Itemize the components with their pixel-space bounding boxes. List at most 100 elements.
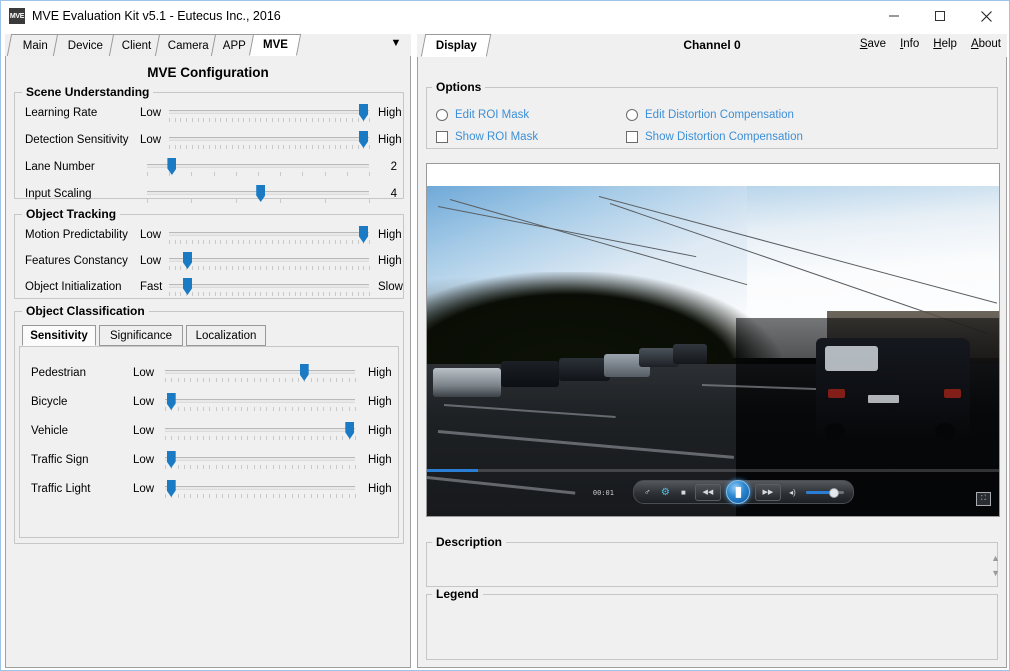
description-scrollbar[interactable]: ▲ ▼: [991, 554, 1000, 578]
tab-client-label: Client: [122, 39, 152, 52]
window-controls: [871, 1, 1009, 31]
slider-track[interactable]: [165, 428, 355, 432]
fast-forward-icon[interactable]: ▶▶: [754, 483, 781, 501]
slider-max-label: High: [368, 396, 392, 408]
slider-label: Traffic Light: [31, 483, 91, 495]
slider-row: Object Initialization Fast Slow: [14, 277, 404, 303]
application-window: MVE MVE Evaluation Kit v5.1 - Eutecus In…: [0, 0, 1010, 671]
main-tab-bar: Main Device Client Camera APP MVE ▼: [5, 34, 411, 57]
volume-icon[interactable]: ◂): [786, 485, 799, 499]
wheel: [934, 422, 955, 439]
scroll-up-icon[interactable]: ▲: [991, 554, 1000, 563]
volume-knob[interactable]: [828, 488, 839, 498]
slider[interactable]: [165, 421, 356, 445]
menu-info[interactable]: Info: [900, 38, 919, 50]
slider-label: Features Constancy: [25, 255, 128, 267]
checkbox[interactable]: [626, 131, 638, 143]
rewind-icon[interactable]: ◀◀: [694, 483, 721, 501]
menu-help[interactable]: Help: [933, 38, 957, 50]
slider-min-label: Low: [140, 107, 162, 119]
page-title: MVE Configuration: [147, 65, 269, 80]
slider[interactable]: [147, 157, 370, 181]
tab-localization[interactable]: Localization: [186, 325, 266, 346]
slider[interactable]: [169, 130, 370, 154]
slider-ticks: [169, 118, 370, 123]
tab-display[interactable]: Display: [420, 34, 492, 57]
option-show-roi-mask[interactable]: Show ROI Mask: [436, 131, 538, 143]
option-show-distortion-compensation[interactable]: Show Distortion Compensation: [626, 131, 803, 143]
fullscreen-icon[interactable]: ⛶: [976, 492, 991, 506]
radio-button[interactable]: [626, 109, 638, 121]
video-player-bar: 00:01 ♂ ⚙ ■ ◀◀ ▐▌ ▶▶ ◂) ⛶: [427, 472, 999, 516]
player-controls: ♂ ⚙ ■ ◀◀ ▐▌ ▶▶ ◂): [632, 480, 854, 504]
chevron-down-icon[interactable]: ▼: [389, 37, 403, 49]
slider-min-label: Low: [140, 229, 162, 241]
object-tracking-group: Object Tracking Motion Predictability Low…: [14, 207, 404, 299]
checkbox[interactable]: [436, 131, 448, 143]
scroll-down-icon[interactable]: ▼: [991, 569, 1000, 578]
vehicle-silver-car: [432, 367, 502, 398]
menu-about[interactable]: About: [971, 38, 1001, 50]
slider-track[interactable]: [169, 258, 369, 262]
slider-label: Vehicle: [31, 425, 69, 437]
menu-save[interactable]: Save: [860, 38, 886, 50]
slider[interactable]: [169, 251, 370, 275]
slider-track[interactable]: [165, 370, 355, 374]
slider[interactable]: [165, 479, 356, 503]
tab-main-label: Main: [22, 39, 48, 52]
video-canvas[interactable]: 00:01 ♂ ⚙ ■ ◀◀ ▐▌ ▶▶ ◂) ⛶: [427, 186, 999, 516]
legend-label: Legend: [432, 587, 483, 601]
slider-track[interactable]: [169, 284, 369, 288]
vehicle-van: [815, 337, 971, 439]
object-classification-label: Object Classification: [22, 304, 149, 318]
slider-track[interactable]: [169, 137, 369, 141]
option-edit-distortion-compensation[interactable]: Edit Distortion Compensation: [626, 109, 794, 121]
tab-mve[interactable]: MVE: [248, 34, 302, 56]
slider-track[interactable]: [147, 164, 369, 168]
slider-min-label: Low: [133, 454, 155, 466]
tail-light: [828, 389, 846, 399]
option-label: Show Distortion Compensation: [645, 131, 803, 143]
object-classification-group: Object Classification Sensitivity Signifi…: [14, 304, 404, 544]
option-edit-roi-mask[interactable]: Edit ROI Mask: [436, 109, 529, 121]
slider-label: Input Scaling: [25, 188, 92, 200]
slider-ticks: [147, 172, 370, 177]
slider-row: Pedestrian Low High: [20, 363, 398, 389]
slider-track[interactable]: [165, 399, 355, 403]
tab-localization-label: Localization: [195, 329, 257, 342]
volume-slider[interactable]: [804, 486, 846, 498]
close-icon[interactable]: [963, 1, 1009, 31]
slider-max-label: High: [368, 425, 392, 437]
stop-icon[interactable]: ■: [677, 485, 690, 499]
slider[interactable]: [169, 277, 370, 301]
slider[interactable]: [165, 363, 356, 387]
slider-track[interactable]: [169, 232, 369, 236]
scene-understanding-group: Scene Understanding Learning Rate Low High…: [14, 85, 404, 203]
slider-row: Lane Number 2: [14, 157, 404, 183]
slider[interactable]: [169, 103, 370, 127]
slider-row: Learning Rate Low High: [14, 103, 404, 129]
slider[interactable]: [165, 450, 356, 474]
tab-significance[interactable]: Significance: [99, 325, 183, 346]
tab-significance-label: Significance: [109, 329, 172, 342]
slider-track[interactable]: [165, 486, 355, 490]
slider-label: Traffic Sign: [31, 454, 89, 466]
pause-icon[interactable]: ▐▌: [725, 480, 750, 504]
slider[interactable]: [147, 184, 370, 208]
option-label: Edit Distortion Compensation: [645, 109, 794, 121]
branch-icon[interactable]: ♂: [641, 485, 654, 499]
slider-ticks: [169, 240, 370, 245]
option-label: Show ROI Mask: [455, 131, 539, 143]
slider-track[interactable]: [165, 457, 355, 461]
radio-button[interactable]: [436, 109, 448, 121]
slider-label: Learning Rate: [25, 107, 98, 119]
slider-track[interactable]: [169, 110, 369, 114]
description-label: Description: [432, 535, 507, 549]
slider[interactable]: [165, 392, 356, 416]
tab-sensitivity[interactable]: Sensitivity: [22, 325, 96, 346]
slider[interactable]: [169, 225, 370, 249]
slider-max-label: High: [378, 107, 402, 119]
maximize-icon[interactable]: [917, 1, 963, 31]
settings-icon[interactable]: ⚙: [659, 485, 672, 499]
minimize-icon[interactable]: [871, 1, 917, 31]
